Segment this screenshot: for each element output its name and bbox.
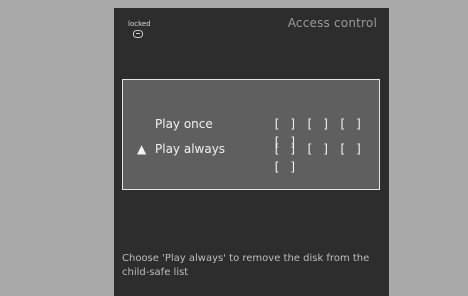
- lock-status-label: locked: [128, 20, 151, 28]
- access-control-screen: locked Access control Play once [ ] [ ] …: [114, 8, 389, 296]
- option-label: Play once: [155, 117, 213, 131]
- page-title: Access control: [287, 16, 377, 30]
- help-text: Choose 'Play always' to remove the disk …: [122, 253, 370, 278]
- access-options-panel: Play once [ ] [ ] [ ] [ ] ▲ Play always …: [122, 79, 380, 190]
- lock-status: locked: [128, 20, 168, 42]
- option-play-once[interactable]: Play once [ ] [ ] [ ] [ ]: [123, 115, 379, 149]
- lock-icon: [133, 30, 143, 38]
- option-label: Play always: [155, 142, 226, 156]
- selection-indicator-icon: ▲: [137, 142, 147, 156]
- option-play-always[interactable]: ▲ Play always [ ] [ ] [ ] [ ]: [123, 140, 379, 174]
- option-code-slots[interactable]: [ ] [ ] [ ] [ ]: [273, 140, 379, 176]
